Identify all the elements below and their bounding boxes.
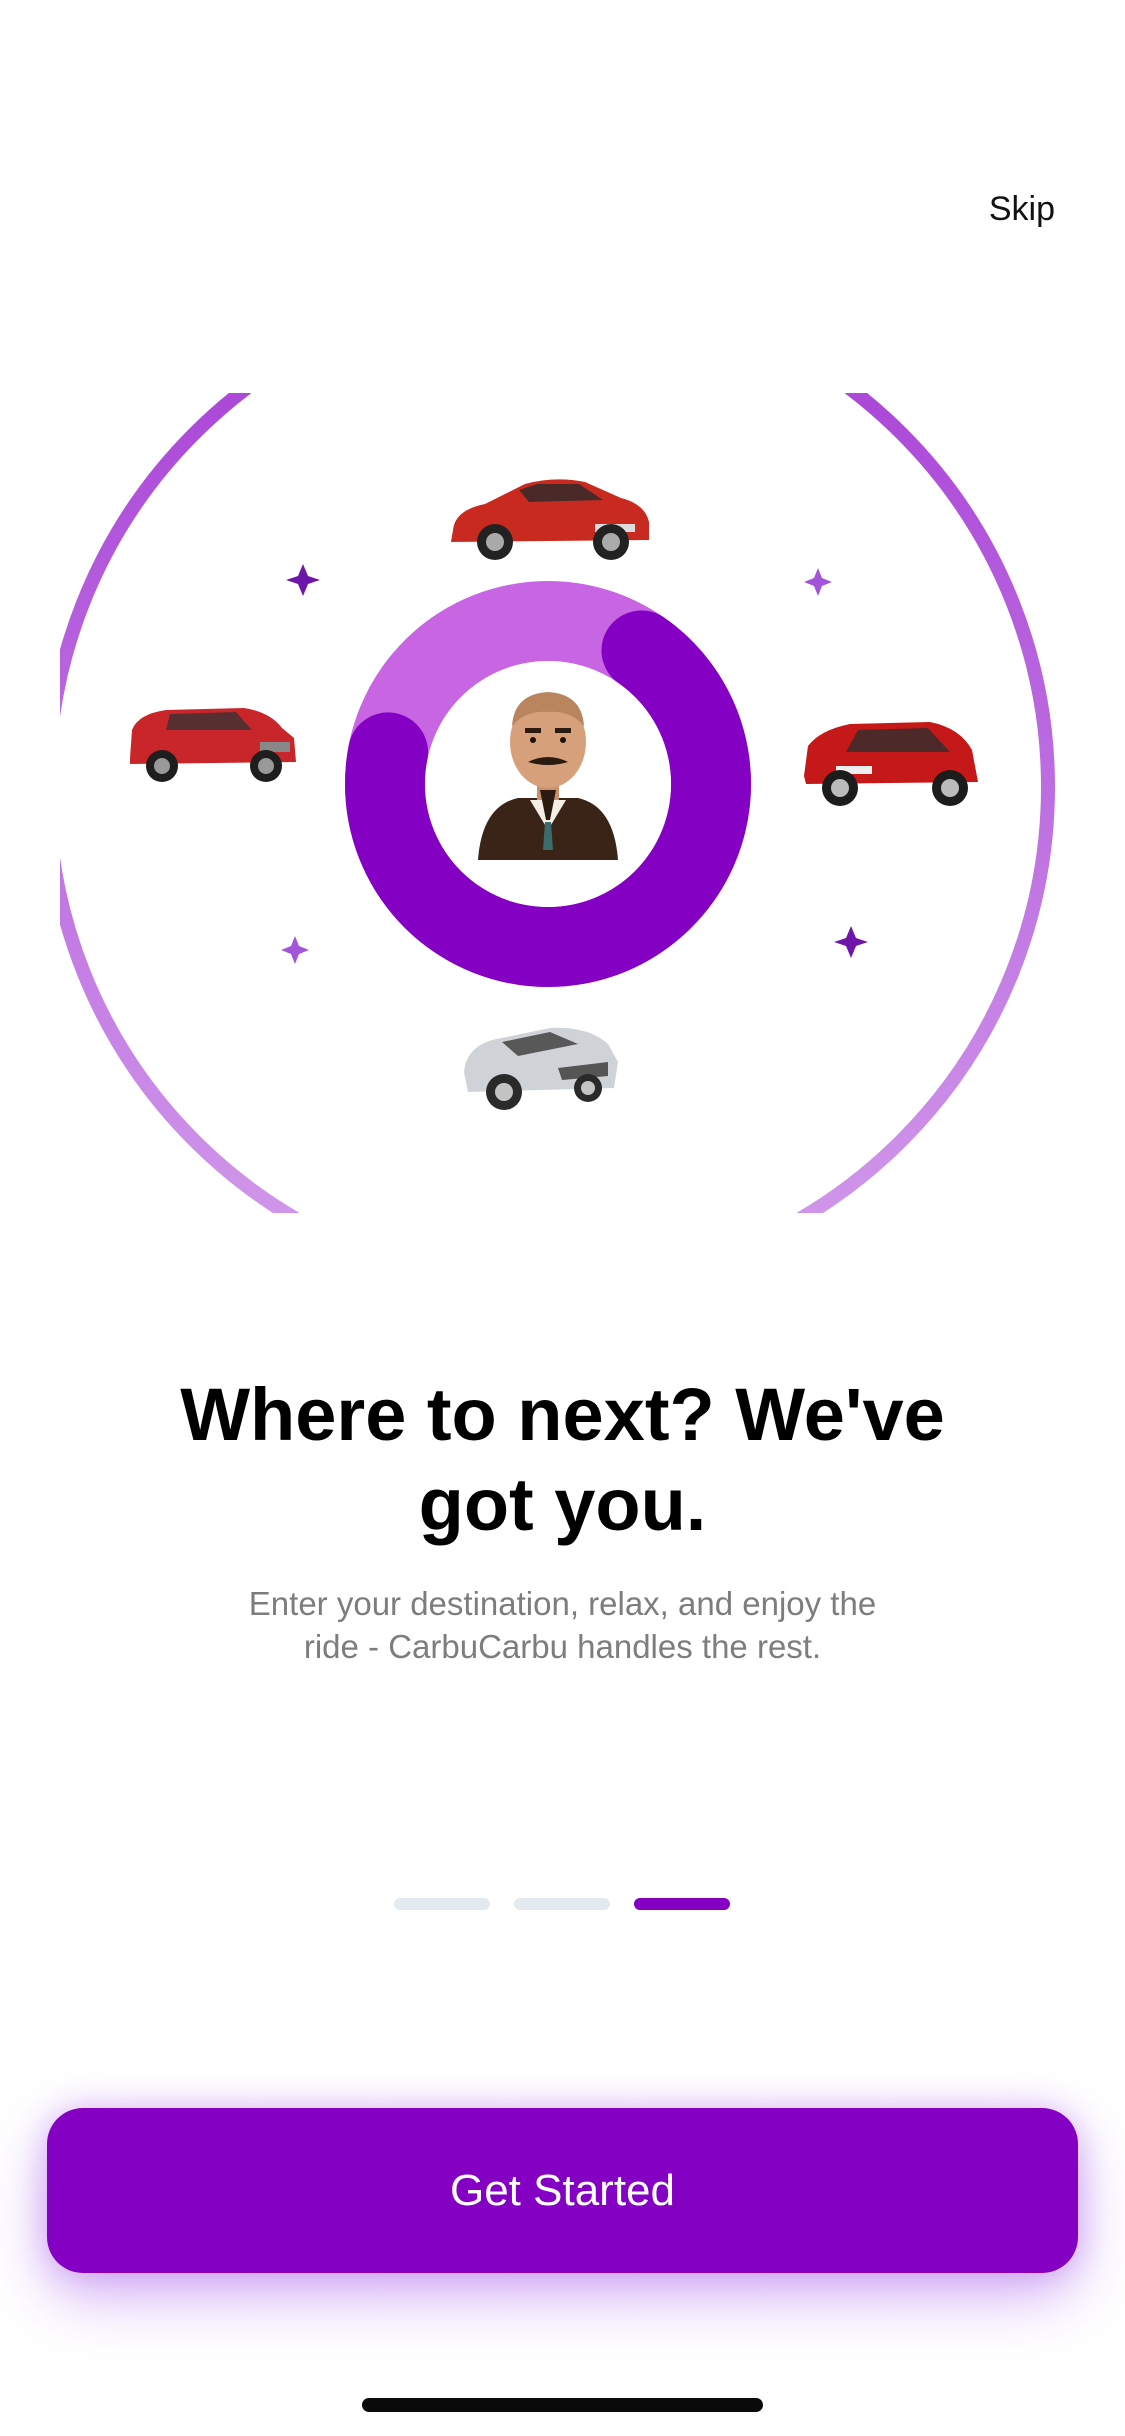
page-dot-1[interactable] bbox=[394, 1898, 490, 1910]
red-hatchback-icon bbox=[804, 722, 978, 806]
get-started-button[interactable]: Get Started bbox=[47, 2108, 1078, 2273]
red-suv-icon bbox=[130, 708, 296, 782]
onboarding-title: Where to next? We've got you. bbox=[120, 1370, 1005, 1550]
home-indicator[interactable] bbox=[362, 2398, 763, 2412]
red-classic-car-icon bbox=[451, 479, 649, 560]
page-dot-2[interactable] bbox=[514, 1898, 610, 1910]
subtitle-line-1: Enter your destination, relax, and enjoy… bbox=[248, 1585, 877, 1622]
title-line-1: Where to next? We've bbox=[180, 1373, 945, 1456]
page-indicator bbox=[0, 1898, 1125, 1912]
title-line-2: got you. bbox=[418, 1463, 707, 1546]
page-dot-3[interactable] bbox=[634, 1898, 730, 1910]
silver-sports-car-icon bbox=[464, 1027, 618, 1110]
hero-illustration bbox=[60, 393, 1055, 1213]
onboarding-subtitle: Enter your destination, relax, and enjoy… bbox=[150, 1582, 975, 1668]
subtitle-line-2: ride - CarbuCarbu handles the rest. bbox=[303, 1628, 822, 1665]
